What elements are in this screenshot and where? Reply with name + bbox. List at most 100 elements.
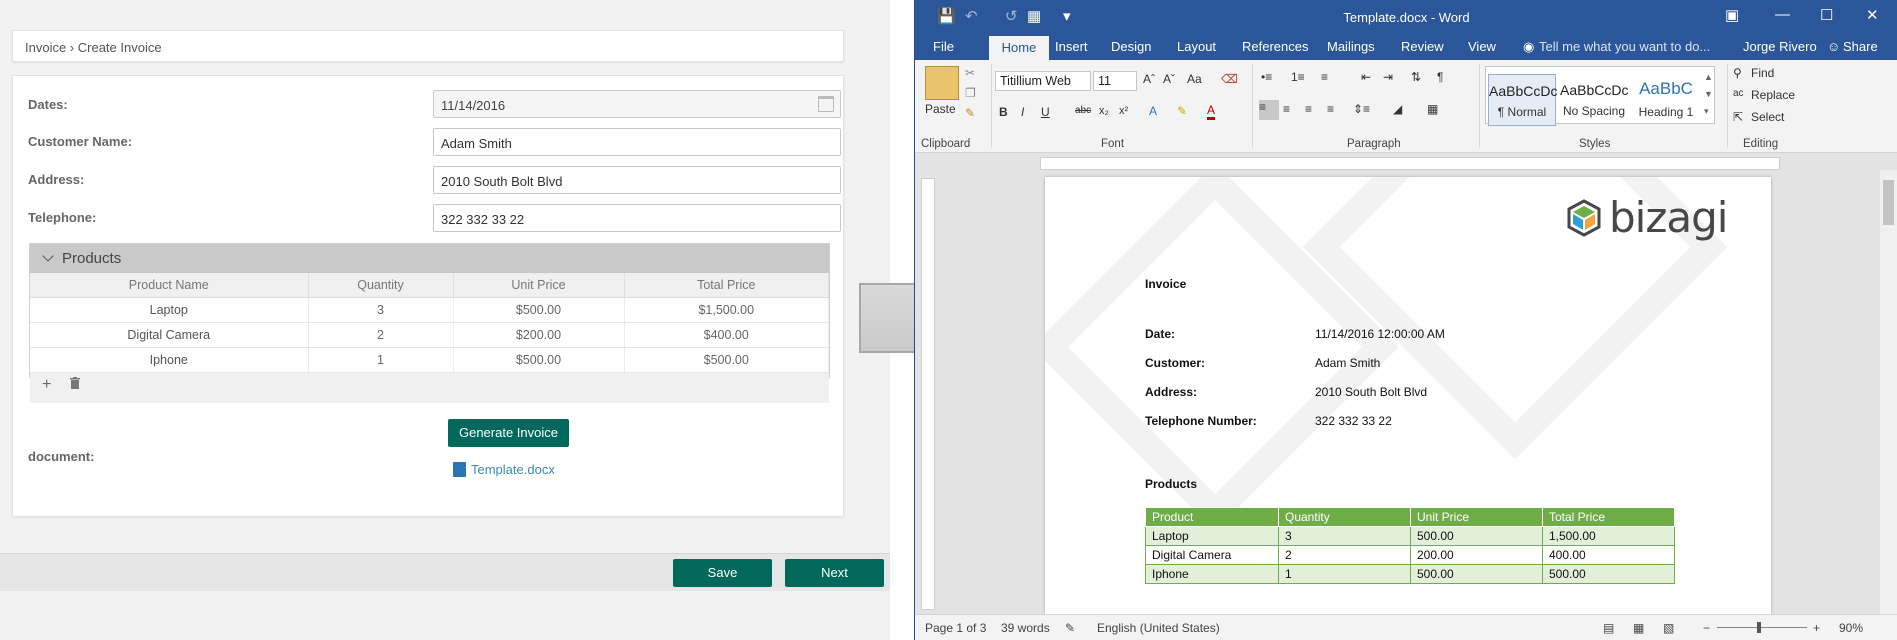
justify-icon[interactable]: ≡ [1327,102,1334,116]
col-total-price[interactable]: Total Price [624,273,829,298]
chevron-down-icon[interactable] [42,250,54,262]
table-row[interactable]: Iphone 1 $500.00 $500.00 [30,347,829,373]
bold-icon[interactable]: B [999,105,1008,119]
strikethrough-icon[interactable]: abc [1075,105,1091,116]
tab-review[interactable]: Review [1401,39,1444,54]
subscript-icon[interactable]: x₂ [1099,105,1109,117]
highlight-icon[interactable]: ✎ [1177,104,1187,118]
replace-icon[interactable]: ac [1733,88,1744,99]
line-spacing-icon[interactable]: ⇕≡ [1353,102,1370,116]
show-formatting-icon[interactable]: ¶ [1437,70,1443,84]
font-name-select[interactable]: Titillium Web [995,71,1091,91]
cut-icon[interactable]: ✂ [965,66,975,80]
address-input[interactable]: 2010 South Bolt Blvd [433,166,841,194]
text-effects-icon[interactable]: A [1149,104,1157,118]
page-count[interactable]: Page 1 of 3 [925,621,986,635]
italic-icon[interactable]: I [1021,105,1024,119]
horizontal-ruler[interactable] [1040,157,1780,170]
multilevel-list-icon[interactable]: ≡ [1321,70,1328,84]
breadcrumb-text[interactable]: Invoice › Create Invoice [25,40,162,55]
grow-font-icon[interactable]: Aˆ [1143,72,1155,86]
change-case-icon[interactable]: Aa [1187,72,1202,86]
font-color-icon[interactable]: A [1207,104,1216,120]
tab-home[interactable]: Home [989,36,1049,60]
table-row[interactable]: Digital Camera 2 $200.00 $400.00 [30,322,829,348]
col-unit-price[interactable]: Unit Price [453,273,625,298]
shading-icon[interactable]: ◢ [1393,102,1402,116]
scroll-thumb[interactable] [1883,180,1894,225]
minimize-icon[interactable]: — [1775,6,1790,23]
generate-invoice-button[interactable]: Generate Invoice [448,419,569,447]
tab-references[interactable]: References [1242,39,1308,54]
trash-icon[interactable] [69,376,80,393]
document-file-name[interactable]: Template.docx [471,462,555,477]
tab-file[interactable]: File [933,39,954,54]
document-link[interactable]: Template.docx [453,462,555,477]
align-left-icon[interactable]: ≡ [1259,100,1279,120]
save-button[interactable]: Save [673,559,772,587]
replace-button[interactable]: Replace [1751,88,1795,102]
close-icon[interactable]: ✕ [1866,6,1879,24]
share-icon[interactable]: ☺ [1827,39,1840,54]
superscript-icon[interactable]: x² [1119,105,1128,117]
zoom-out-icon[interactable]: − [1703,621,1710,635]
tell-me-box[interactable]: Tell me what you want to do... [1539,39,1710,54]
format-painter-icon[interactable]: ✎ [965,106,975,120]
web-layout-icon[interactable]: ▧ [1663,621,1674,635]
select-button[interactable]: Select [1751,110,1784,124]
proofing-icon[interactable]: ✎ [1065,621,1075,635]
print-layout-icon[interactable]: ▦ [1633,621,1644,635]
zoom-slider-thumb[interactable] [1757,622,1761,633]
paste-button[interactable]: Paste [925,102,956,116]
customer-name-input[interactable]: Adam Smith [433,128,841,156]
font-size-select[interactable]: 11 [1093,71,1137,91]
language-indicator[interactable]: English (United States) [1097,621,1220,635]
zoom-in-icon[interactable]: + [1813,621,1820,635]
share-button[interactable]: Share [1843,39,1878,54]
numbering-icon[interactable]: 1≡ [1291,70,1305,84]
paste-icon[interactable] [925,66,959,100]
vertical-scrollbar[interactable] [1880,170,1897,614]
user-name[interactable]: Jorge Rivero [1743,39,1817,54]
tab-view[interactable]: View [1468,39,1496,54]
increase-indent-icon[interactable]: ⇥ [1383,70,1393,84]
products-header[interactable]: Products [30,244,829,273]
sort-icon[interactable]: ⇅ [1411,70,1421,84]
select-icon[interactable]: ⇱ [1733,110,1743,124]
bullets-icon[interactable]: •≡ [1261,70,1272,84]
read-mode-icon[interactable]: ▤ [1603,621,1614,635]
zoom-slider[interactable] [1717,627,1807,628]
tab-mailings[interactable]: Mailings [1327,39,1375,54]
borders-icon[interactable]: ▦ [1427,102,1438,116]
style-heading-1[interactable]: AaBbC Heading 1 [1632,74,1700,126]
add-row-icon[interactable]: + [42,376,51,393]
calendar-icon[interactable] [818,96,834,112]
ribbon-display-icon[interactable]: ▣ [1725,6,1739,24]
word-count[interactable]: 39 words [1001,621,1050,635]
underline-icon[interactable]: U [1041,105,1050,119]
style-normal[interactable]: AaBbCcDc ¶ Normal [1488,74,1557,126]
col-quantity[interactable]: Quantity [308,273,454,298]
document-page[interactable]: bizagi Invoice Date: 11/14/2016 12:00:00… [1045,177,1771,614]
style-no-spacing[interactable]: AaBbCcDc No Spacing [1560,74,1628,126]
align-center-icon[interactable]: ≡ [1283,102,1290,116]
next-button[interactable]: Next [785,559,884,587]
align-right-icon[interactable]: ≡ [1305,102,1312,116]
tab-design[interactable]: Design [1111,39,1151,54]
col-product-name[interactable]: Product Name [30,273,309,298]
telephone-input[interactable]: 322 332 33 22 [433,204,841,232]
copy-icon[interactable]: ❐ [965,86,976,100]
find-icon[interactable]: ⚲ [1733,66,1742,80]
decrease-indent-icon[interactable]: ⇤ [1361,70,1371,84]
tab-layout[interactable]: Layout [1177,39,1216,54]
shrink-font-icon[interactable]: Aˇ [1163,72,1175,86]
clear-formatting-icon[interactable]: ⌫ [1221,72,1238,86]
find-button[interactable]: Find [1751,66,1774,80]
vertical-ruler[interactable] [921,178,935,610]
dates-input[interactable]: 11/14/2016 [433,90,841,118]
zoom-level[interactable]: 90% [1839,621,1863,635]
table-row[interactable]: Laptop 3 $500.00 $1,500.00 [30,297,829,323]
maximize-icon[interactable]: ☐ [1820,6,1833,24]
styles-scroll-icon[interactable]: ▲ ▼ ▾ [1704,69,1713,120]
tab-insert[interactable]: Insert [1055,39,1088,54]
